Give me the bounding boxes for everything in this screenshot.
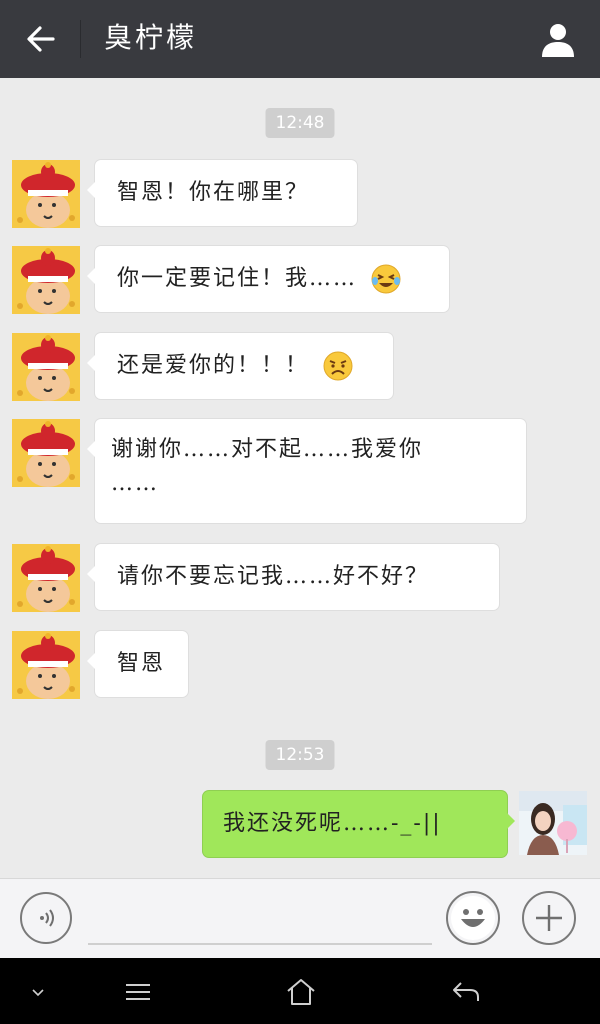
crying-laughing-emoji-icon [371, 264, 401, 294]
incoming-message-bubble[interactable]: 还是爱你的！！！ [87, 333, 393, 399]
cartoon-emperor-avatar-image [12, 419, 80, 487]
message-text: 我还没死呢……-_-|| [223, 811, 442, 836]
incoming-message-bubble[interactable]: 你一定要记住！我…… [87, 246, 449, 312]
header-divider [80, 20, 81, 58]
incoming-message-bubble[interactable]: 智恩！你在哪里？ [87, 160, 357, 226]
profile-photo-image [519, 791, 587, 855]
back-nav-button[interactable] [446, 972, 486, 1012]
sad-emoji-icon [323, 351, 353, 381]
more-options-button[interactable] [522, 891, 576, 945]
message-text: 智恩！你在哪里？ [117, 180, 310, 205]
hide-nav-button[interactable] [18, 972, 58, 1012]
contact-avatar[interactable] [12, 544, 80, 612]
cartoon-emperor-avatar-image [12, 333, 80, 401]
plus-icon [536, 905, 562, 931]
smiley-icon [451, 896, 495, 940]
message-text-line: …… [111, 471, 159, 496]
contact-avatar[interactable] [12, 160, 80, 228]
message-input[interactable] [88, 893, 432, 945]
incoming-message-bubble[interactable]: 请你不要忘记我……好不好？ [87, 544, 499, 610]
chat-title: 臭柠檬 [104, 21, 198, 54]
incoming-message-bubble[interactable]: 谢谢你……对不起……我爱你 …… [87, 419, 526, 523]
message-text-line: 谢谢你……对不起……我爱你 [111, 437, 424, 462]
timestamp: 12:48 [265, 108, 335, 138]
chat-header: 臭柠檬 [0, 0, 600, 78]
arrow-left-icon [27, 26, 55, 52]
person-icon [542, 24, 574, 57]
my-avatar[interactable] [519, 791, 587, 855]
return-icon [453, 982, 479, 1001]
message-text: 你一定要记住！我…… [117, 266, 358, 291]
voice-input-button[interactable] [20, 892, 72, 944]
contact-avatar[interactable] [12, 419, 80, 487]
message-text: 请你不要忘记我……好不好？ [117, 564, 430, 589]
home-icon [287, 979, 315, 1005]
contact-avatar[interactable] [12, 246, 80, 314]
system-navigation-bar [0, 958, 600, 1024]
incoming-message-bubble[interactable]: 智恩 [87, 631, 188, 697]
emoji-button[interactable] [446, 891, 500, 945]
timestamp: 12:53 [265, 740, 335, 770]
contact-avatar[interactable] [12, 333, 80, 401]
message-text: 还是爱你的！！！ [117, 353, 310, 378]
back-button[interactable] [20, 18, 62, 60]
message-list[interactable]: 12:48 智恩！你在哪里？ 你一定要记住！我…… 还是爱你的！！！ 谢谢你……… [0, 78, 600, 878]
message-text: 智恩 [117, 651, 166, 676]
home-button[interactable] [281, 972, 321, 1012]
cartoon-emperor-avatar-image [12, 631, 80, 699]
outgoing-message-bubble[interactable]: 我还没死呢……-_-|| [203, 791, 515, 857]
cartoon-emperor-avatar-image [12, 160, 80, 228]
menu-icon [126, 984, 150, 1000]
input-bar [0, 878, 600, 958]
cartoon-emperor-avatar-image [12, 246, 80, 314]
cartoon-emperor-avatar-image [12, 544, 80, 612]
contact-avatar[interactable] [12, 631, 80, 699]
voice-icon [40, 909, 54, 927]
profile-button[interactable] [534, 16, 582, 64]
chevron-down-icon [32, 989, 44, 997]
menu-button[interactable] [118, 972, 158, 1012]
